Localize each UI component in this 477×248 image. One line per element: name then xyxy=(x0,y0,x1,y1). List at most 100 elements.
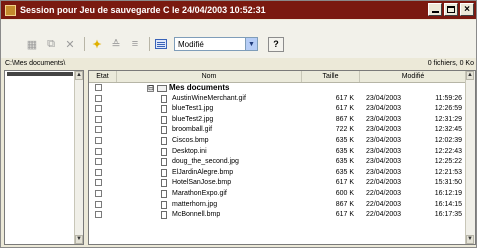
filter-icon[interactable]: ≡ xyxy=(128,37,142,51)
file-name: blueTest2.jpg xyxy=(172,115,214,123)
file-row[interactable]: HotelSanJose.bmp 617 K 22/04/2003 15:31:50 xyxy=(89,178,467,189)
help-button[interactable]: ? xyxy=(268,36,284,52)
tree-selected-item[interactable] xyxy=(7,72,73,76)
file-date: 23/04/2003 xyxy=(366,147,402,155)
file-list[interactable]: Etat Nom Taille Modifié ⊟ Mes documents … xyxy=(88,70,476,245)
file-size: 722 K xyxy=(335,126,354,134)
checkbox[interactable] xyxy=(95,126,102,134)
checkbox[interactable] xyxy=(95,179,102,187)
folder-row[interactable]: ⊟ Mes documents xyxy=(89,83,467,94)
file-date: 23/04/2003 xyxy=(366,136,402,144)
file-icon xyxy=(161,136,167,145)
file-name: AustinWineMerchant.gif xyxy=(172,94,246,102)
scroll-down-icon[interactable]: ▼ xyxy=(75,235,83,244)
tree-scrollbar[interactable]: ▲ ▼ xyxy=(74,71,83,244)
column-header-nom[interactable]: Nom xyxy=(117,71,302,82)
file-icon xyxy=(161,115,167,124)
file-time: 11:59:26 xyxy=(435,94,462,102)
file-size: 635 K xyxy=(335,168,354,176)
scroll-up-icon[interactable]: ▲ xyxy=(75,71,83,80)
checkbox[interactable] xyxy=(95,200,102,208)
file-size: 600 K xyxy=(335,189,354,197)
file-date: 23/04/2003 xyxy=(366,126,402,134)
file-row[interactable]: AustinWineMerchant.gif 617 K 23/04/2003 11:… xyxy=(89,94,467,105)
file-size: 617 K xyxy=(335,211,354,219)
checkbox[interactable] xyxy=(95,94,102,102)
file-row[interactable]: McBonnell.bmp 617 K 22/04/2003 16:17:35 xyxy=(89,210,467,221)
folder-tree[interactable]: ▲ ▼ xyxy=(4,70,84,245)
file-row[interactable]: Ciscos.bmp 635 K 23/04/2003 12:02:39 xyxy=(89,136,467,147)
toolbar-separator xyxy=(149,37,150,51)
checkbox[interactable] xyxy=(95,211,102,219)
maximize-icon xyxy=(447,6,455,13)
minimize-button[interactable] xyxy=(428,3,442,16)
file-row[interactable]: blueTest2.jpg 867 K 23/04/2003 12:31:29 xyxy=(89,115,467,126)
window-controls: × xyxy=(428,3,474,16)
file-time: 16:14:15 xyxy=(434,200,462,208)
file-row[interactable]: MarathonExpo.gif 600 K 22/04/2003 16:12:19 xyxy=(89,189,467,200)
checkbox[interactable] xyxy=(95,136,102,144)
file-row[interactable]: doug_the_second.jpg 635 K 23/04/2003 12:25:… xyxy=(89,157,467,168)
column-header-etat[interactable]: Etat xyxy=(89,71,117,82)
delete-icon[interactable]: ✕ xyxy=(63,37,77,51)
view-select[interactable]: Modifié ▼ xyxy=(174,37,258,51)
file-row[interactable]: broomball.gif 722 K 23/04/2003 12:32:45 xyxy=(89,125,467,136)
new-job-icon[interactable]: ✦ xyxy=(90,37,104,51)
file-date: 22/04/2003 xyxy=(366,189,402,197)
scroll-down-icon[interactable]: ▼ xyxy=(466,235,474,244)
folder-icon xyxy=(157,85,167,92)
file-time: 12:02:39 xyxy=(434,136,462,144)
file-size: 635 K xyxy=(335,158,354,166)
checkbox[interactable] xyxy=(95,158,102,166)
collapse-icon[interactable]: ⊟ xyxy=(147,85,154,92)
file-time: 12:25:22 xyxy=(434,158,462,166)
file-icon xyxy=(161,105,167,114)
file-time: 12:26:59 xyxy=(434,105,462,113)
file-name: ElJardinAlegre.bmp xyxy=(172,168,234,176)
file-name: broomball.gif xyxy=(172,126,213,134)
file-row[interactable]: ElJardinAlegre.bmp 635 K 23/04/2003 12:21:5… xyxy=(89,168,467,179)
file-row[interactable]: Desktop.ini 635 K 23/04/2003 12:22:43 xyxy=(89,147,467,158)
file-size: 617 K xyxy=(335,179,354,187)
title-bar[interactable]: Session pour Jeu de sauvegarde C le 24/0… xyxy=(1,1,476,19)
file-size: 635 K xyxy=(335,147,354,155)
view-icon[interactable] xyxy=(155,39,167,49)
backup-session-window: Session pour Jeu de sauvegarde C le 24/0… xyxy=(0,0,477,248)
file-row[interactable]: matterhorn.jpg 867 K 22/04/2003 16:14:15 xyxy=(89,200,467,211)
checkbox[interactable] xyxy=(95,115,102,123)
copy-icon[interactable]: ⧉ xyxy=(44,37,58,51)
file-icon xyxy=(161,168,167,177)
file-list-header: Etat Nom Taille Modifié xyxy=(89,71,467,83)
checkbox[interactable] xyxy=(95,147,102,155)
app-icon xyxy=(5,4,16,16)
properties-icon[interactable]: ▦ xyxy=(25,37,39,51)
column-header-modifie[interactable]: Modifié xyxy=(360,71,467,82)
file-size: 635 K xyxy=(335,136,354,144)
file-time: 15:31:50 xyxy=(434,179,462,187)
file-name: MarathonExpo.gif xyxy=(172,189,227,197)
column-header-taille[interactable]: Taille xyxy=(302,71,360,82)
file-row[interactable]: blueTest1.jpg 617 K 23/04/2003 12:26:59 xyxy=(89,104,467,115)
maximize-button[interactable] xyxy=(444,3,458,16)
file-list-scrollbar[interactable]: ▲ ▼ xyxy=(465,71,475,244)
file-icon xyxy=(161,158,167,167)
chevron-down-icon[interactable]: ▼ xyxy=(245,38,257,50)
close-icon: × xyxy=(464,4,470,15)
close-button[interactable]: × xyxy=(460,3,474,16)
file-size: 867 K xyxy=(335,115,354,123)
checkbox[interactable] xyxy=(95,105,102,113)
tree-icon[interactable]: ≙ xyxy=(109,37,123,51)
checkbox[interactable] xyxy=(95,84,102,91)
scroll-up-icon[interactable]: ▲ xyxy=(466,71,474,80)
file-date: 22/04/2003 xyxy=(366,200,402,208)
file-date: 23/04/2003 xyxy=(366,94,402,102)
file-name: blueTest1.jpg xyxy=(172,105,214,113)
file-name: McBonnell.bmp xyxy=(172,211,221,219)
checkbox[interactable] xyxy=(95,189,102,197)
view-select-value: Modifié xyxy=(178,39,204,49)
path-bar: C:\Mes documents\ 0 fichiers, 0 Ko xyxy=(2,59,476,69)
file-icon xyxy=(161,211,167,220)
checkbox[interactable] xyxy=(95,168,102,176)
window-title: Session pour Jeu de sauvegarde C le 24/0… xyxy=(20,5,266,15)
file-icon xyxy=(161,147,167,156)
